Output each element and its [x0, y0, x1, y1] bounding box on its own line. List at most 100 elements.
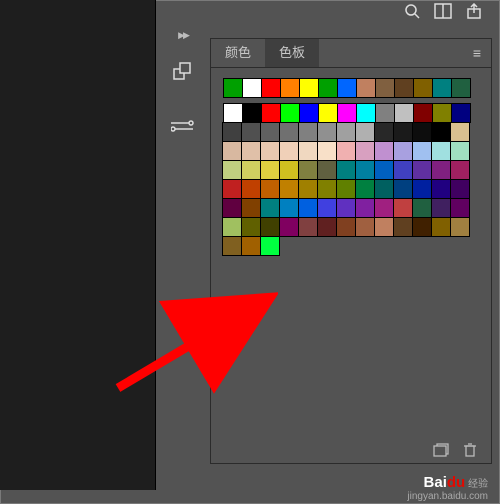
swatch[interactable] — [355, 122, 375, 142]
swatch[interactable] — [393, 122, 413, 142]
swatch[interactable] — [299, 78, 319, 98]
swatch[interactable] — [222, 122, 242, 142]
swatch[interactable] — [355, 160, 375, 180]
swatch[interactable] — [241, 179, 261, 199]
swatch[interactable] — [337, 78, 357, 98]
swatch[interactable] — [450, 198, 470, 218]
swatch[interactable] — [394, 78, 414, 98]
trash-icon[interactable] — [463, 443, 477, 457]
swatch[interactable] — [450, 122, 470, 142]
swatch[interactable] — [260, 198, 280, 218]
swatch[interactable] — [450, 141, 470, 161]
swatch[interactable] — [298, 141, 318, 161]
swatch[interactable] — [450, 217, 470, 237]
swatch[interactable] — [298, 217, 318, 237]
swatch[interactable] — [432, 103, 452, 123]
swatch[interactable] — [261, 103, 281, 123]
swatch[interactable] — [223, 78, 243, 98]
arrange-icon[interactable] — [434, 3, 452, 19]
swatch[interactable] — [242, 78, 262, 98]
swatch[interactable] — [394, 103, 414, 123]
swatch[interactable] — [223, 103, 243, 123]
swatch[interactable] — [431, 160, 451, 180]
swatch[interactable] — [355, 141, 375, 161]
swatch[interactable] — [413, 78, 433, 98]
swatch[interactable] — [451, 103, 471, 123]
swatch[interactable] — [279, 217, 299, 237]
swatch[interactable] — [431, 198, 451, 218]
swatch[interactable] — [336, 217, 356, 237]
swap-colors-icon[interactable] — [170, 59, 196, 85]
swatch[interactable] — [298, 160, 318, 180]
search-icon[interactable] — [404, 3, 420, 19]
swatch[interactable] — [299, 103, 319, 123]
swatch[interactable] — [317, 217, 337, 237]
swatch[interactable] — [241, 198, 261, 218]
tab-swatches[interactable]: 色板 — [265, 39, 319, 67]
swatch[interactable] — [412, 179, 432, 199]
swatch[interactable] — [450, 160, 470, 180]
panel-menu-icon[interactable]: ≡ — [463, 39, 491, 67]
swatch[interactable] — [336, 179, 356, 199]
swatch[interactable] — [412, 141, 432, 161]
canvas-area[interactable] — [0, 0, 156, 490]
swatch[interactable] — [222, 141, 242, 161]
swatch[interactable] — [337, 103, 357, 123]
swatch[interactable] — [241, 141, 261, 161]
swatch[interactable] — [356, 103, 376, 123]
swatch[interactable] — [431, 179, 451, 199]
swatch[interactable] — [279, 141, 299, 161]
swatch[interactable] — [451, 78, 471, 98]
swatch[interactable] — [298, 198, 318, 218]
swatch[interactable] — [413, 103, 433, 123]
swatch[interactable] — [374, 217, 394, 237]
swatch[interactable] — [222, 236, 242, 256]
collapse-toggle[interactable]: ▶▶ — [163, 30, 203, 41]
swatch[interactable] — [222, 217, 242, 237]
swatch[interactable] — [241, 122, 261, 142]
swatch[interactable] — [317, 179, 337, 199]
swatch[interactable] — [393, 217, 413, 237]
swatch[interactable] — [393, 160, 413, 180]
swatch[interactable] — [375, 103, 395, 123]
brush-icon[interactable] — [170, 113, 196, 139]
swatch[interactable] — [279, 122, 299, 142]
swatch[interactable] — [260, 236, 280, 256]
swatch[interactable] — [336, 122, 356, 142]
swatch[interactable] — [374, 198, 394, 218]
swatch[interactable] — [374, 160, 394, 180]
swatch[interactable] — [412, 122, 432, 142]
swatch[interactable] — [393, 179, 413, 199]
swatch[interactable] — [317, 160, 337, 180]
swatch[interactable] — [355, 198, 375, 218]
swatch[interactable] — [317, 198, 337, 218]
swatch[interactable] — [279, 198, 299, 218]
swatch[interactable] — [260, 217, 280, 237]
swatch[interactable] — [241, 217, 261, 237]
swatch[interactable] — [280, 78, 300, 98]
swatch[interactable] — [317, 141, 337, 161]
swatch[interactable] — [298, 122, 318, 142]
swatch[interactable] — [412, 160, 432, 180]
swatch[interactable] — [336, 141, 356, 161]
swatch[interactable] — [393, 141, 413, 161]
swatch[interactable] — [318, 78, 338, 98]
swatch[interactable] — [336, 198, 356, 218]
swatch[interactable] — [355, 179, 375, 199]
swatch[interactable] — [280, 103, 300, 123]
swatch[interactable] — [412, 198, 432, 218]
swatch[interactable] — [298, 179, 318, 199]
share-icon[interactable] — [466, 3, 482, 19]
swatch[interactable] — [355, 217, 375, 237]
swatch[interactable] — [279, 160, 299, 180]
swatch[interactable] — [260, 160, 280, 180]
swatch[interactable] — [431, 141, 451, 161]
swatch[interactable] — [431, 122, 451, 142]
swatch[interactable] — [432, 78, 452, 98]
swatch[interactable] — [279, 179, 299, 199]
swatch[interactable] — [261, 78, 281, 98]
swatch[interactable] — [318, 103, 338, 123]
swatch[interactable] — [356, 78, 376, 98]
swatch[interactable] — [241, 236, 261, 256]
swatch[interactable] — [412, 217, 432, 237]
